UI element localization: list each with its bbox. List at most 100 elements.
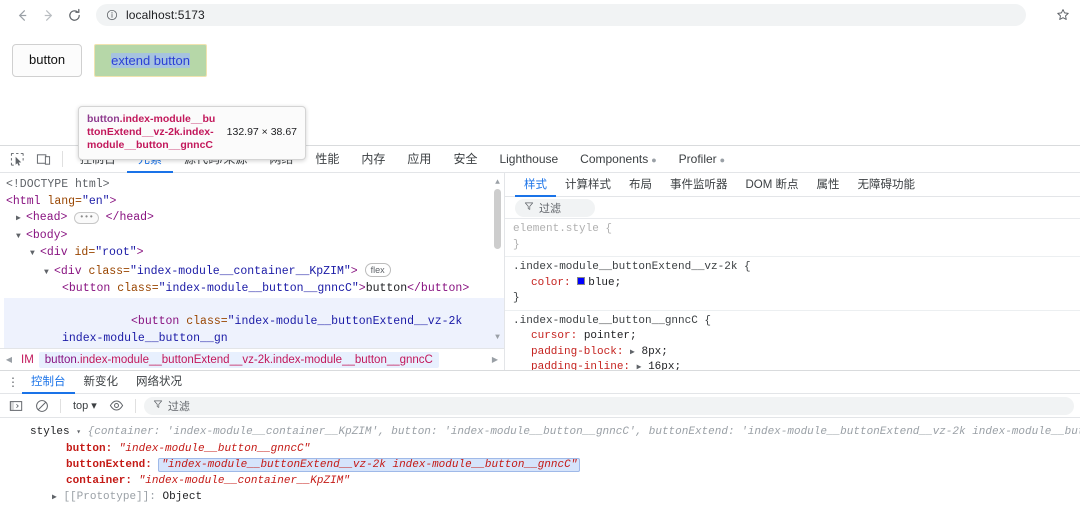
dom-line-html[interactable]: <html lang="en">: [4, 194, 504, 211]
dom-line-button-extend[interactable]: •••<button class="index-module__buttonEx…: [4, 297, 504, 348]
collapsed-children-icon[interactable]: •••: [74, 212, 99, 224]
color-property[interactable]: color:: [531, 277, 571, 289]
dom-line-root-div[interactable]: ▼ <div id="root">: [4, 245, 504, 263]
inspect-tooltip-tag: button: [87, 113, 120, 125]
button-text-node: button: [365, 282, 408, 295]
button-container: button extend button: [12, 44, 1068, 77]
scrollbar-thumb[interactable]: [494, 189, 501, 249]
tab-memory[interactable]: 内存: [350, 146, 396, 173]
expand-caret-icon[interactable]: ▶: [52, 493, 57, 502]
padding-inline-value[interactable]: 16px;: [648, 361, 681, 370]
drawer-tab-console[interactable]: 控制台: [22, 371, 75, 394]
head-close-tag: </head>: [105, 211, 154, 224]
cursor-property[interactable]: cursor:: [531, 330, 577, 342]
padding-inline-declaration[interactable]: padding-inline: ▶ 16px;: [513, 360, 1080, 370]
color-swatch[interactable]: [577, 276, 586, 285]
color-value[interactable]: blue;: [588, 277, 621, 289]
padding-inline-property[interactable]: padding-inline:: [531, 361, 630, 370]
html-lang-value: "en": [81, 194, 110, 208]
tab-accessibility[interactable]: 无障碍功能: [849, 173, 925, 197]
padding-block-expand-icon[interactable]: ▶: [630, 348, 635, 357]
tab-computed[interactable]: 计算样式: [556, 173, 620, 197]
tab-security[interactable]: 安全: [442, 146, 488, 173]
styles-filter-input[interactable]: 过滤: [515, 198, 595, 217]
styles-tablist: 样式 计算样式 布局 事件监听器 DOM 断点 属性 无障碍功能: [505, 173, 1080, 197]
button-extend-class-attr: class=: [186, 315, 228, 328]
color-declaration[interactable]: color: blue;: [513, 276, 1080, 292]
tab-profiler-label: Profiler: [678, 151, 717, 166]
console-sidebar-icon[interactable]: [6, 397, 26, 415]
tab-styles[interactable]: 样式: [515, 173, 556, 197]
expand-arrow-head-icon[interactable]: ▶: [16, 211, 26, 228]
breadcrumb: ◀ IM button.index-module__buttonExtend__…: [0, 348, 504, 370]
info-circle-icon[interactable]: [106, 9, 118, 21]
console-prop-button[interactable]: button: "index-module__button__gnncC": [0, 441, 1080, 457]
live-expression-eye-icon[interactable]: [107, 397, 127, 415]
dom-line-container-div[interactable]: ▼ <div class="index-module__container__Kp…: [4, 262, 504, 282]
reload-icon[interactable]: [62, 3, 86, 27]
more-options-icon[interactable]: ⋮: [4, 375, 22, 389]
page-button[interactable]: button: [12, 44, 83, 77]
styles-filter-row: 过滤: [505, 197, 1080, 219]
flex-badge[interactable]: flex: [364, 262, 391, 277]
console-context-value: top: [73, 399, 89, 412]
console-prototype-row[interactable]: ▶ [[Prototype]]: Object: [0, 489, 1080, 506]
css-rule-button-extend[interactable]: .index-module__buttonExtend__vz-2k { col…: [505, 257, 1080, 311]
expand-arrow-body-icon[interactable]: ▼: [16, 229, 26, 246]
padding-inline-expand-icon[interactable]: ▶: [637, 363, 642, 370]
breadcrumb-prev-arrow-icon[interactable]: ◀: [2, 355, 16, 364]
expand-arrow-root-icon[interactable]: ▼: [30, 246, 40, 263]
css-rule-element-style[interactable]: element.style { }: [505, 219, 1080, 257]
breadcrumb-item-im[interactable]: IM: [16, 354, 39, 366]
cursor-declaration[interactable]: cursor: pointer;: [513, 329, 1080, 345]
drawer-tab-network-conditions[interactable]: 网络状况: [127, 371, 191, 394]
console-prop-value-button-extend[interactable]: "index-module__buttonExtend__vz-2k index…: [158, 458, 581, 472]
device-toolbar-icon[interactable]: [30, 148, 56, 170]
tab-profiler[interactable]: Profiler ●: [668, 146, 736, 173]
breadcrumb-next-arrow-icon[interactable]: ▶: [488, 355, 502, 364]
tab-performance[interactable]: 性能: [304, 146, 350, 173]
tab-lighthouse[interactable]: Lighthouse: [488, 146, 569, 173]
console-prop-button-extend[interactable]: buttonExtend: "index-module__buttonExten…: [0, 457, 1080, 473]
forward-arrow-icon[interactable]: [36, 3, 60, 27]
address-bar[interactable]: localhost:5173: [96, 4, 1026, 26]
expand-arrow-container-icon[interactable]: ▼: [44, 265, 54, 282]
inspect-cursor-icon[interactable]: [4, 148, 30, 170]
console-object-preview: {container: 'index-module__container__Kp…: [87, 426, 1080, 438]
tab-layout[interactable]: 布局: [620, 173, 661, 197]
dom-tree-scrollbar[interactable]: ▲ ▼: [493, 175, 502, 346]
drawer-tab-whats-new[interactable]: 新变化: [75, 371, 128, 394]
dom-line-body[interactable]: ▼ <body>: [4, 228, 504, 246]
page-extend-button[interactable]: extend button: [94, 44, 207, 77]
cursor-value[interactable]: pointer;: [584, 330, 637, 342]
dom-line-button[interactable]: <button class="index-module__button__gnn…: [4, 281, 504, 298]
console-log-label: styles: [30, 426, 70, 438]
console-prop-key-container: container:: [66, 475, 133, 487]
padding-block-value[interactable]: 8px;: [641, 346, 667, 358]
tab-application[interactable]: 应用: [396, 146, 442, 173]
css-rules-list: element.style { } .index-module__buttonE…: [505, 219, 1080, 370]
tab-dom-breakpoints[interactable]: DOM 断点: [737, 173, 808, 197]
button-class-value: "index-module__button__gnncC": [158, 282, 359, 295]
dom-line-head[interactable]: ▶ <head> ••• </head>: [4, 210, 504, 228]
bookmark-star-icon[interactable]: [1052, 4, 1074, 26]
console-prop-container[interactable]: container: "index-module__container__KpZ…: [0, 473, 1080, 489]
browser-toolbar: localhost:5173: [0, 0, 1080, 30]
expand-caret-icon[interactable]: ▾: [76, 428, 81, 437]
back-arrow-icon[interactable]: [10, 3, 34, 27]
console-context-selector[interactable]: top ▾: [69, 399, 101, 413]
tab-components[interactable]: Components ●: [569, 146, 667, 173]
console-filter-input[interactable]: 过滤: [143, 396, 1074, 415]
padding-block-property[interactable]: padding-block:: [531, 346, 623, 358]
tab-properties[interactable]: 属性: [808, 173, 849, 197]
toolbar-divider: [60, 398, 61, 413]
tab-event-listeners[interactable]: 事件监听器: [661, 173, 737, 197]
console-log-row[interactable]: styles ▾ {container: 'index-module__cont…: [0, 424, 1080, 441]
clear-console-icon[interactable]: [32, 397, 52, 415]
dom-line-doctype[interactable]: <!DOCTYPE html>: [4, 177, 504, 194]
breadcrumb-item-selected[interactable]: button.index-module__buttonExtend__vz-2k…: [38, 351, 439, 368]
filter-icon: [153, 399, 163, 412]
padding-block-declaration[interactable]: padding-block: ▶ 8px;: [513, 345, 1080, 361]
scroll-down-arrow-icon[interactable]: ▼: [493, 330, 502, 347]
css-rule-button[interactable]: .index-module__button__gnncC { cursor: p…: [505, 311, 1080, 371]
